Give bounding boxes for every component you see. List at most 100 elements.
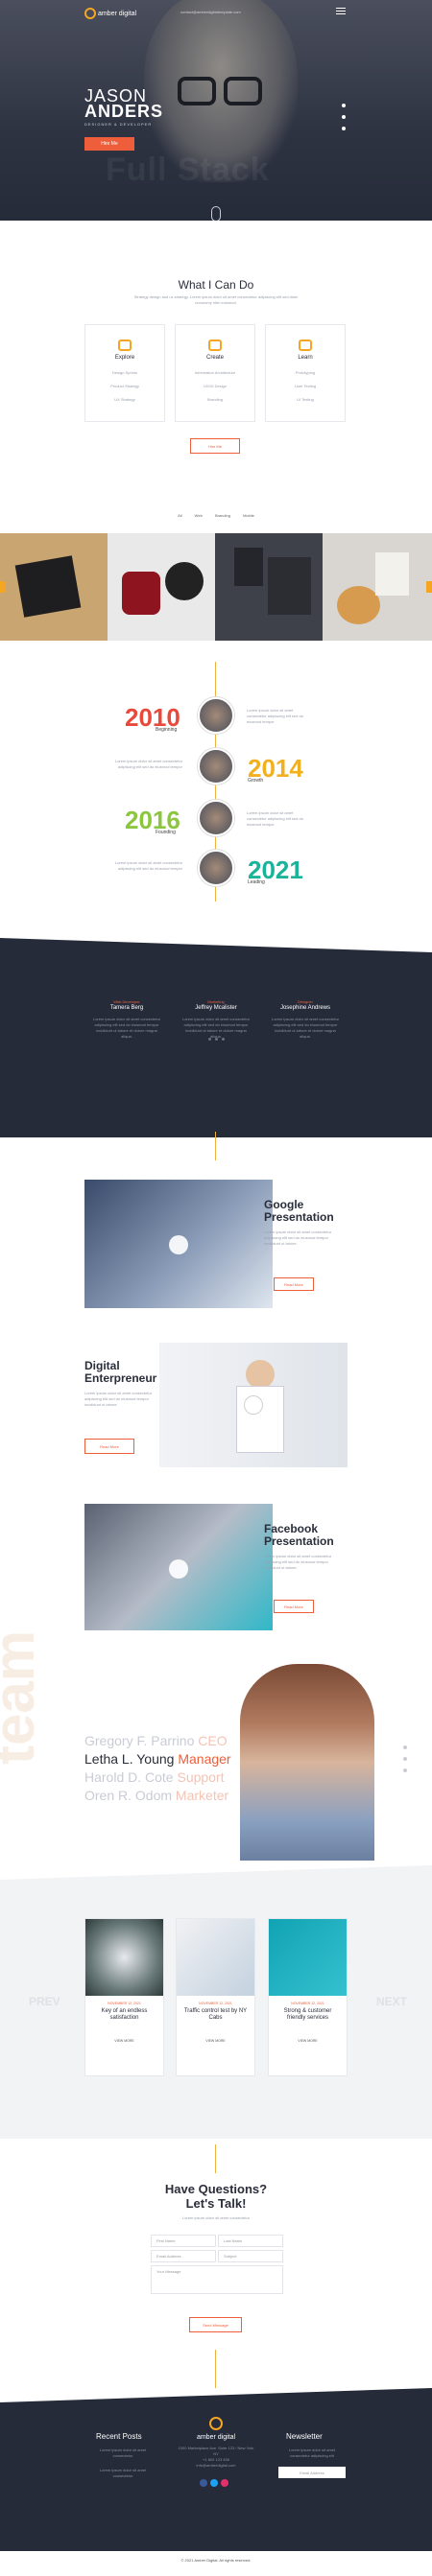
portfolio-item-2[interactable] [108,533,215,641]
portfolio-item-4[interactable] [323,533,432,641]
service-card: Create Information Architecture UX/UI Desi… [175,324,255,422]
message-textarea[interactable]: Your Message [151,2265,283,2294]
timeline-photo [198,697,234,734]
video-3-text: Lorem ipsum dolor sit amet consectetur a… [264,1554,332,1570]
team-member-photo [240,1664,374,1861]
team-member-role: CEO [198,1733,228,1748]
footer-logo[interactable]: amber digital [187,2415,245,2441]
send-message-button[interactable]: Send Message [189,2317,242,2332]
divider-line [215,2144,216,2173]
contact-title-line2: Let's Talk! [185,2196,247,2211]
team-ghost-text: team [0,1629,46,1765]
video-1-image[interactable] [84,1180,273,1308]
team-member[interactable]: Oren R. Odom Marketer [84,1787,228,1804]
hire-me-button[interactable]: Hire Me [84,137,134,151]
blog-title[interactable]: Key of an endless satisfaction [91,2008,157,2022]
instagram-icon[interactable] [342,127,346,130]
hero-last-name: ANDERS [84,102,164,121]
brand-logo[interactable]: amber digital [84,8,136,19]
blog-view-more[interactable]: VIEW MORE [85,2039,163,2043]
service-card-item: Prototyping [295,370,316,375]
scroll-down-icon[interactable] [211,206,221,221]
team-member-role: Marketer [175,1788,229,1803]
video-1-text: Lorem ipsum dolor sit amet consectetur a… [264,1229,332,1246]
video-3-image[interactable] [84,1504,273,1630]
testimonial-name: Josephine Andrews [279,1005,331,1011]
glasses-left [178,77,216,105]
video-1-title: Google Presentation [264,1199,334,1224]
instagram-icon[interactable] [221,2479,228,2487]
blog-next[interactable]: NEXT [376,1995,407,2008]
recent-post-2[interactable]: Lorem ipsum dolor sit amet consectetur [89,2468,156,2479]
recent-post-1[interactable]: Lorem ipsum dolor sit amet consectetur [89,2447,156,2459]
play-icon[interactable] [244,1395,263,1415]
filter-web[interactable]: Web [195,513,203,518]
blog-image [269,1919,347,1996]
blog-title[interactable]: Strong & customer friendly services [275,2008,341,2022]
play-icon[interactable] [169,1235,188,1254]
team-member[interactable]: Gregory F. Parrino CEO [84,1732,228,1749]
subject-input[interactable]: Subject [218,2250,283,2262]
timeline-photo [198,850,234,886]
email-input[interactable]: Email Address [151,2250,216,2262]
testimonial-dots[interactable] [0,1028,432,1045]
team-dot[interactable] [403,1745,407,1749]
portfolio-item-1[interactable] [0,533,108,641]
blog-date: NOVEMBER 12, 2021 [108,2002,141,2005]
facebook-icon[interactable] [200,2479,207,2487]
testimonial-role: Designer [297,999,313,1004]
team-dot[interactable] [403,1757,407,1761]
twitter-icon[interactable] [342,115,346,119]
video-2-button[interactable]: Read More [84,1439,134,1454]
service-card-item: Branding [206,397,223,402]
brand-name: amber digital [97,10,137,17]
team-dot[interactable] [403,1768,407,1772]
team-member[interactable]: Letha L. Young Manager [84,1750,231,1768]
testimonial-role: Web Developer [113,999,140,1004]
video-2-image[interactable] [159,1343,348,1467]
video-3-title: Facebook Presentation [264,1523,334,1548]
video-1-button[interactable]: Read More [274,1277,314,1291]
newsletter-title: Newsletter [286,2432,323,2441]
play-icon[interactable] [169,1559,188,1579]
blog-card[interactable]: NOVEMBER 12, 2021 Strong & customer frien… [268,1918,348,2076]
video-3-button[interactable]: Read More [274,1600,314,1613]
team-member-name: Gregory F. Parrino [84,1733,195,1748]
blog-prev[interactable]: PREV [29,1995,60,2008]
twitter-icon[interactable] [210,2479,218,2487]
portfolio-next-arrow[interactable] [426,581,432,593]
newsletter-input[interactable]: Email Address [278,2467,346,2478]
filter-all[interactable]: All [178,513,181,518]
facebook-icon[interactable] [342,104,346,107]
blog-view-more[interactable]: VIEW MORE [177,2039,254,2043]
header-email[interactable]: contact@amberdigitaltemplate.com [180,10,241,14]
timeline-text: Lorem ipsum dolor sit amet consectetur a… [114,759,182,769]
services-hire-button[interactable]: Hire Me [190,438,240,454]
footer-mail[interactable]: info@amberdigital.com [178,2463,254,2469]
team-member-role: Support [177,1769,225,1785]
menu-icon[interactable] [336,8,346,14]
blog-title[interactable]: Traffic control test by NY Cabs [182,2008,249,2022]
timeline-photo [198,800,234,836]
logo-icon [84,8,96,19]
lightbulb-icon [118,340,132,351]
timeline-label: Founding [156,830,176,835]
divider-line [215,1132,216,1160]
portfolio-prev-arrow[interactable] [0,581,6,593]
timeline-text: Lorem ipsum dolor sit amet consectetur a… [247,708,303,724]
service-card: Learn Prototyping User Testing UI Testing [265,324,346,422]
blog-view-more[interactable]: VIEW MORE [269,2039,347,2043]
testimonial-name: Jeffrey Mcalister [195,1005,237,1011]
portfolio-item-3[interactable] [215,533,323,641]
last-name-input[interactable]: Last Name [218,2235,283,2247]
team-member[interactable]: Harold D. Cote Support [84,1768,225,1786]
blog-card[interactable]: NOVEMBER 12, 2021 Key of an endless satis… [84,1918,164,2076]
filter-mobile[interactable]: Mobile [243,513,254,518]
filter-branding[interactable]: Branding [215,513,230,518]
first-name-input[interactable]: First Name [151,2235,216,2247]
blog-card[interactable]: NOVEMBER 12, 2021 Traffic control test by… [176,1918,255,2076]
service-card-item: Design Sprints [111,370,137,375]
service-card-item: UX Strategy [114,397,135,402]
blog-image [85,1919,163,1996]
blog-date: NOVEMBER 12, 2021 [291,2002,324,2005]
